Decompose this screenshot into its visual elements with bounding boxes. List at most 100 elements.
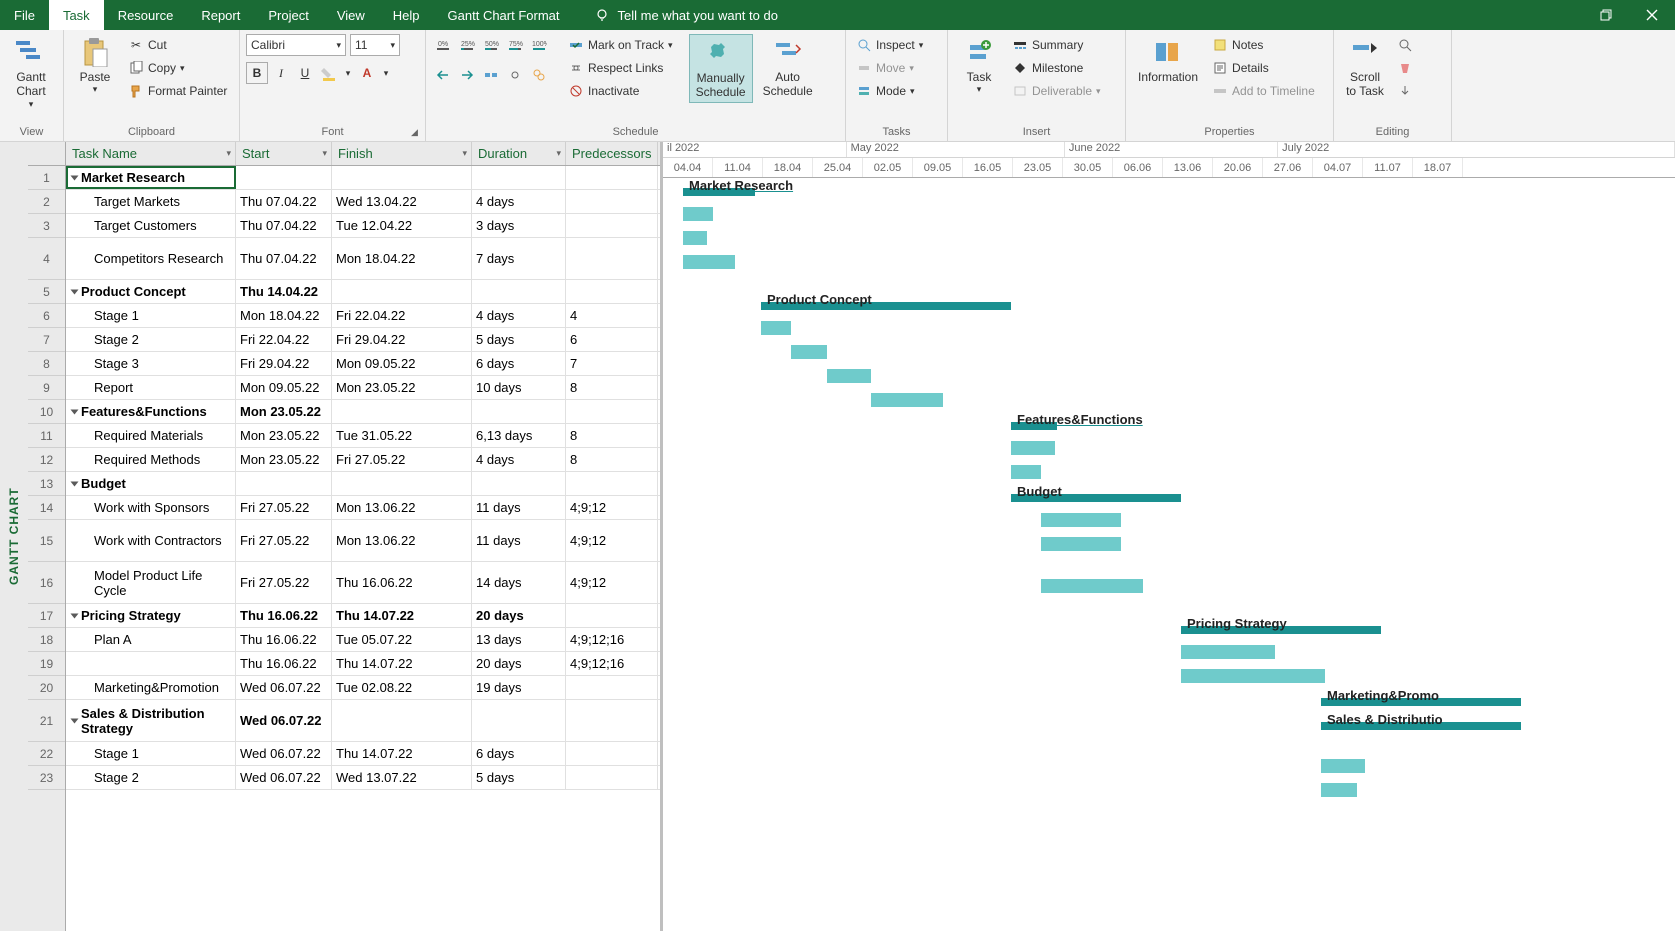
- inspect-button[interactable]: Inspect▾: [852, 34, 927, 56]
- indent-0-button[interactable]: 0%: [432, 34, 454, 56]
- cell-task-name[interactable]: Competitors Research: [66, 238, 236, 279]
- table-row[interactable]: Target MarketsThu 07.04.22Wed 13.04.224 …: [66, 190, 660, 214]
- cell-duration[interactable]: 4 days: [472, 190, 566, 213]
- table-row[interactable]: Sales & Distribution StrategyWed 06.07.2…: [66, 700, 660, 742]
- cell-task-name[interactable]: Stage 1: [66, 742, 236, 765]
- row-number[interactable]: 16: [28, 562, 65, 604]
- table-row[interactable]: Work with ContractorsFri 27.05.22Mon 13.…: [66, 520, 660, 562]
- cell-finish[interactable]: Thu 14.07.22: [332, 652, 472, 675]
- cell-task-name[interactable]: Work with Sponsors: [66, 496, 236, 519]
- cell-task-name[interactable]: Budget: [66, 472, 236, 495]
- cell-start[interactable]: Thu 16.06.22: [236, 652, 332, 675]
- mode-button[interactable]: Mode▾: [852, 80, 927, 102]
- tab-file[interactable]: File: [0, 0, 49, 30]
- cell-predecessors[interactable]: 4;9;12;16: [566, 628, 658, 651]
- cell-duration[interactable]: 11 days: [472, 520, 566, 561]
- cell-duration[interactable]: 20 days: [472, 652, 566, 675]
- cell-duration[interactable]: [472, 400, 566, 423]
- cell-predecessors[interactable]: [566, 742, 658, 765]
- information-button[interactable]: Information: [1132, 34, 1204, 86]
- tab-project[interactable]: Project: [254, 0, 322, 30]
- font-color-dropdown[interactable]: ▾: [380, 62, 392, 84]
- cell-task-name[interactable]: Stage 3: [66, 352, 236, 375]
- cell-duration[interactable]: 5 days: [472, 766, 566, 789]
- cell-start[interactable]: Thu 14.04.22: [236, 280, 332, 303]
- inactivate-button[interactable]: Inactivate: [564, 80, 677, 102]
- cell-start[interactable]: Fri 22.04.22: [236, 328, 332, 351]
- row-number[interactable]: 20: [28, 676, 65, 700]
- font-color-button[interactable]: A: [356, 62, 378, 84]
- cell-predecessors[interactable]: [566, 766, 658, 789]
- cell-task-name[interactable]: Plan A: [66, 628, 236, 651]
- cell-task-name[interactable]: Pricing Strategy: [66, 604, 236, 627]
- cell-start[interactable]: Mon 18.04.22: [236, 304, 332, 327]
- add-to-timeline-button[interactable]: Add to Timeline: [1208, 80, 1319, 102]
- font-family-select[interactable]: Calibri▾: [246, 34, 346, 56]
- find-button[interactable]: [1394, 34, 1416, 56]
- table-row[interactable]: Target CustomersThu 07.04.22Tue 12.04.22…: [66, 214, 660, 238]
- cell-task-name[interactable]: Required Materials: [66, 424, 236, 447]
- task-bar[interactable]: [1321, 783, 1357, 797]
- cell-finish[interactable]: Wed 13.04.22: [332, 190, 472, 213]
- table-row[interactable]: Budget: [66, 472, 660, 496]
- notes-button[interactable]: Notes: [1208, 34, 1319, 56]
- cell-task-name[interactable]: Report: [66, 376, 236, 399]
- row-number[interactable]: 4: [28, 238, 65, 280]
- fill-color-button[interactable]: [318, 62, 340, 84]
- cell-start[interactable]: Mon 23.05.22: [236, 448, 332, 471]
- cell-task-name[interactable]: [66, 652, 236, 675]
- row-number[interactable]: 15: [28, 520, 65, 562]
- table-row[interactable]: Stage 3Fri 29.04.22Mon 09.05.226 days7: [66, 352, 660, 376]
- fill-color-dropdown[interactable]: ▾: [342, 62, 354, 84]
- task-bar[interactable]: [1041, 579, 1143, 593]
- cell-predecessors[interactable]: [566, 280, 658, 303]
- cell-predecessors[interactable]: 7: [566, 352, 658, 375]
- gantt-chart-button[interactable]: Gantt Chart ▾: [6, 34, 56, 112]
- task-bar[interactable]: [683, 207, 713, 221]
- window-restore-button[interactable]: [1583, 0, 1629, 30]
- indent-50-button[interactable]: 50%: [480, 34, 502, 56]
- cell-task-name[interactable]: Stage 2: [66, 328, 236, 351]
- cell-finish[interactable]: Wed 13.07.22: [332, 766, 472, 789]
- format-painter-button[interactable]: Format Painter: [124, 80, 231, 102]
- cell-start[interactable]: [236, 472, 332, 495]
- window-close-button[interactable]: [1629, 0, 1675, 30]
- table-row[interactable]: Product ConceptThu 14.04.22: [66, 280, 660, 304]
- cell-start[interactable]: Thu 16.06.22: [236, 604, 332, 627]
- cell-predecessors[interactable]: [566, 166, 658, 189]
- row-number[interactable]: 3: [28, 214, 65, 238]
- cell-duration[interactable]: 20 days: [472, 604, 566, 627]
- cell-duration[interactable]: 10 days: [472, 376, 566, 399]
- cell-duration[interactable]: 6,13 days: [472, 424, 566, 447]
- cell-task-name[interactable]: Product Concept: [66, 280, 236, 303]
- cut-button[interactable]: ✂ Cut: [124, 34, 231, 56]
- cell-finish[interactable]: Thu 14.07.22: [332, 742, 472, 765]
- cell-finish[interactable]: [332, 400, 472, 423]
- cell-finish[interactable]: Tue 12.04.22: [332, 214, 472, 237]
- table-row[interactable]: Features&FunctionsMon 23.05.22: [66, 400, 660, 424]
- cell-finish[interactable]: Mon 18.04.22: [332, 238, 472, 279]
- row-number[interactable]: 7: [28, 328, 65, 352]
- tab-task[interactable]: Task: [49, 0, 104, 30]
- fill-button[interactable]: [1394, 80, 1416, 102]
- cell-start[interactable]: Fri 27.05.22: [236, 562, 332, 603]
- row-number[interactable]: 10: [28, 400, 65, 424]
- cell-predecessors[interactable]: 4;9;12: [566, 520, 658, 561]
- task-bar[interactable]: [1321, 759, 1365, 773]
- outdent-button[interactable]: [432, 64, 454, 86]
- deliverable-button[interactable]: Deliverable▾: [1008, 80, 1105, 102]
- row-number[interactable]: 6: [28, 304, 65, 328]
- cell-finish[interactable]: [332, 166, 472, 189]
- cell-predecessors[interactable]: 4: [566, 304, 658, 327]
- table-row[interactable]: Required MethodsMon 23.05.22Fri 27.05.22…: [66, 448, 660, 472]
- table-row[interactable]: Required MaterialsMon 23.05.22Tue 31.05.…: [66, 424, 660, 448]
- task-bar[interactable]: [1041, 513, 1121, 527]
- cell-start[interactable]: Wed 06.07.22: [236, 700, 332, 741]
- row-number[interactable]: 22: [28, 742, 65, 766]
- cell-start[interactable]: Mon 23.05.22: [236, 400, 332, 423]
- cell-duration[interactable]: 7 days: [472, 238, 566, 279]
- cell-start[interactable]: Mon 09.05.22: [236, 376, 332, 399]
- col-task-name[interactable]: Task Name▾: [66, 142, 236, 165]
- cell-task-name[interactable]: Target Markets: [66, 190, 236, 213]
- cell-duration[interactable]: 4 days: [472, 448, 566, 471]
